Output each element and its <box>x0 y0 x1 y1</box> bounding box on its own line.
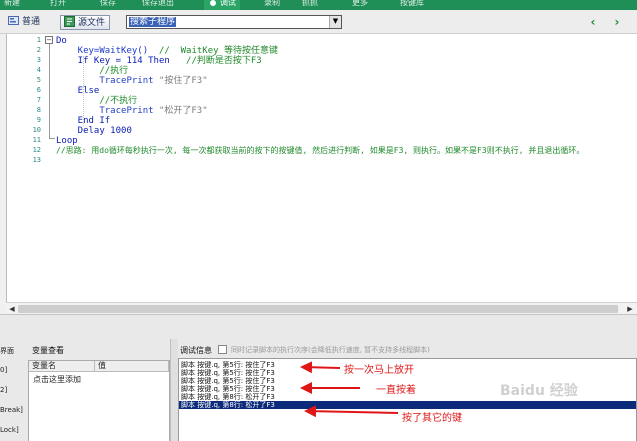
log-line[interactable]: 脚本 按键.q, 第5行: 按住了F3 <box>181 385 275 393</box>
line-number: 1 <box>36 36 41 44</box>
fold-collapse-icon[interactable]: − <box>45 36 53 44</box>
form-icon <box>8 15 19 26</box>
log-line[interactable]: 脚本 按键.q, 第8行: 松开了F3 <box>181 393 275 401</box>
code-line: Else <box>56 86 100 96</box>
fold-guide-end <box>49 138 55 139</box>
left-panel-item[interactable]: 0] <box>0 366 7 374</box>
line-number: 4 <box>36 66 41 74</box>
line-number: 12 <box>32 146 41 154</box>
code-line: Key=WaitKey() // WaitKey 等待按任意键 <box>56 46 278 56</box>
code-line: TracePrint "按住了F3" <box>56 76 208 86</box>
line-number-gutter: 1 2 3 4 5 6 7 8 9 10 11 12 13 <box>7 34 44 302</box>
code-comment: // WaitKey 等待按任意键 <box>148 46 278 56</box>
code-line: //执行 <box>56 66 129 76</box>
variable-watch-panel: 变量查看 变量名 值 点击这里添加 <box>28 339 170 441</box>
left-panel-item[interactable]: Break] <box>0 406 23 414</box>
toolbar-more-button[interactable]: 更多 <box>352 0 368 10</box>
code-line: If Key = 114 Then //判断是否按下F3 <box>56 56 262 66</box>
code-line: Loop <box>56 136 78 146</box>
line-number: 11 <box>32 136 41 144</box>
play-icon <box>208 0 220 8</box>
code-token: TracePrint <box>56 106 154 116</box>
watermark-logo: Baidu 经验 <box>500 383 578 399</box>
toolbar-debug-button[interactable]: 调试 <box>204 0 240 10</box>
toolbar-save-exit-button[interactable]: 保存退出 <box>142 0 174 10</box>
code-string: "松开了F3" <box>153 106 208 116</box>
editor-toolbar: 普通 源文件 搜索子程序 ▼ ‹ › <box>0 10 637 34</box>
log-line[interactable]: 脚本 按键.q, 第5行: 按住了F3 <box>181 369 275 377</box>
code-line: TracePrint "松开了F3" <box>56 106 208 116</box>
scrollbar-thumb[interactable] <box>18 305 618 313</box>
line-number: 9 <box>36 116 41 124</box>
line-number: 10 <box>32 126 41 134</box>
annotation-label: 一直按着 <box>376 385 416 396</box>
code-line: End If <box>56 116 111 126</box>
variable-table[interactable]: 变量名 值 点击这里添加 <box>28 360 170 441</box>
code-token: TracePrint <box>56 76 154 86</box>
line-number: 13 <box>32 156 41 164</box>
line-number: 8 <box>36 106 41 114</box>
debug-info-title: 调试信息 <box>180 346 212 355</box>
code-token: If Key = 114 Then <box>56 56 170 66</box>
tab-normal[interactable]: 普通 <box>5 15 44 30</box>
fold-guide <box>49 44 50 139</box>
toolbar-keylib-button[interactable]: 按键库 <box>400 0 424 10</box>
record-order-checkbox[interactable] <box>218 345 227 354</box>
code-editor[interactable]: 1 2 3 4 5 6 7 8 9 10 11 12 13 − Do Key=W… <box>6 34 637 302</box>
tab-normal-label: 普通 <box>22 17 41 27</box>
code-comment: //判断是否按下F3 <box>169 56 262 66</box>
column-header-value[interactable]: 值 <box>95 361 169 372</box>
line-number: 3 <box>36 56 41 64</box>
add-variable-hint[interactable]: 点击这里添加 <box>33 374 81 385</box>
tab-source-label: 源文件 <box>78 18 106 28</box>
toolbar-open-button[interactable]: 打开 <box>50 0 66 10</box>
variable-watch-title: 变量查看 <box>32 346 64 355</box>
left-panel-item[interactable]: 界面 <box>0 346 14 356</box>
annotation-label: 按一次马上放开 <box>344 365 414 376</box>
chevron-left-icon[interactable]: ‹ <box>587 16 599 28</box>
annotation-label: 按了其它的键 <box>402 413 462 424</box>
toolbar-save-button[interactable]: 保存 <box>100 0 116 10</box>
subroutine-select[interactable]: 搜索子程序 ▼ <box>126 15 342 29</box>
toolbar-debug-label: 调试 <box>220 0 236 7</box>
tab-source[interactable]: 源文件 <box>60 15 111 30</box>
toolbar-capture-button[interactable]: 抓抓 <box>302 0 318 10</box>
code-line: Delay 1000 <box>56 126 132 136</box>
left-panel-item[interactable]: 2] <box>0 386 7 394</box>
editor-horizontal-scrollbar[interactable]: ◀ ▶ <box>6 302 637 314</box>
left-panel-item[interactable]: Lock] <box>0 426 19 434</box>
log-line-selected[interactable]: 脚本 按键.q, 第8行: 松开了F3 <box>179 401 636 409</box>
source-file-icon <box>64 16 75 27</box>
code-string: "按住了F3" <box>153 76 208 86</box>
line-number: 6 <box>36 86 41 94</box>
scroll-right-icon[interactable]: ▶ <box>625 304 635 314</box>
chevron-down-icon[interactable]: ▼ <box>329 16 341 28</box>
record-order-label: 同时记录脚本的执行次序(会降低执行速度, 暂不支持多线程脚本) <box>231 346 430 354</box>
bottom-panels: 界面 0] 2] Break] Lock] 变量查看 变量名 值 点击这里添加 … <box>0 314 637 441</box>
left-side-panel: 界面 0] 2] Break] Lock] <box>0 315 28 441</box>
main-toolbar: 新建 打开 保存 保存退出 调试 录制 抓抓 更多 按键库 <box>0 0 637 10</box>
column-header-name[interactable]: 变量名 <box>29 361 95 372</box>
panel-splitter[interactable] <box>170 339 178 441</box>
line-number: 7 <box>36 96 41 104</box>
subroutine-select-value: 搜索子程序 <box>129 17 177 27</box>
code-line: Do <box>56 36 67 46</box>
chevron-right-icon[interactable]: › <box>611 16 623 28</box>
log-line[interactable]: 脚本 按键.q, 第5行: 按住了F3 <box>181 361 275 369</box>
toolbar-new-button[interactable]: 新建 <box>4 0 20 10</box>
code-token: Key=WaitKey() <box>56 46 149 56</box>
log-line[interactable]: 脚本 按键.q, 第5行: 按住了F3 <box>181 377 275 385</box>
toolbar-record-button[interactable]: 录制 <box>264 0 280 10</box>
scroll-left-icon[interactable]: ◀ <box>7 304 17 314</box>
line-number: 5 <box>36 76 41 84</box>
line-number: 2 <box>36 46 41 54</box>
code-line: //思路: 用do循环每秒执行一次, 每一次都获取当前的按下的按键值, 然后进行… <box>56 146 585 155</box>
code-line: //不执行 <box>56 96 138 106</box>
